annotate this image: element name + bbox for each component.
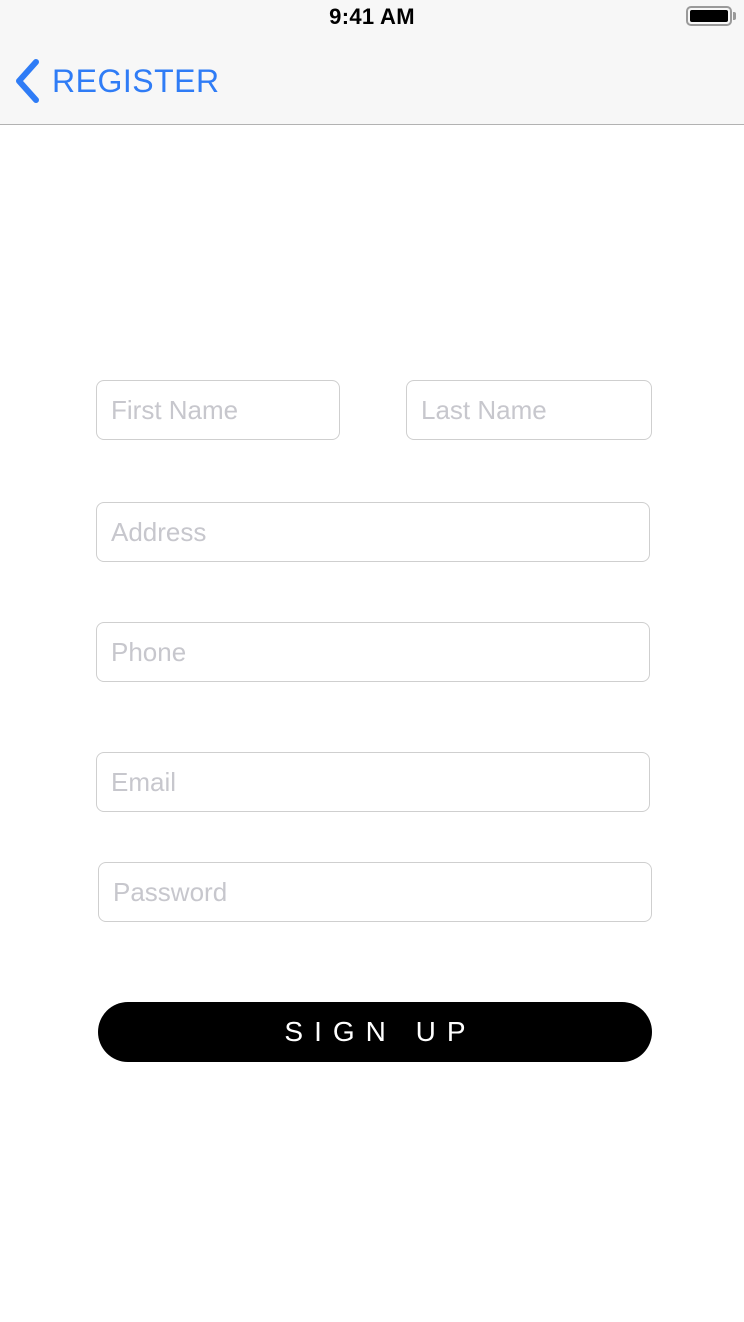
- phone-input[interactable]: [97, 623, 649, 681]
- chevron-left-icon: [16, 59, 39, 103]
- last-name-input[interactable]: [407, 381, 651, 439]
- battery-level: [690, 10, 728, 22]
- first-name-field-container: [96, 380, 340, 440]
- last-name-field-container: [406, 380, 652, 440]
- sign-up-button[interactable]: SIGN UP: [98, 1002, 652, 1062]
- address-input[interactable]: [97, 503, 649, 561]
- password-input[interactable]: [99, 863, 651, 921]
- email-input[interactable]: [97, 753, 649, 811]
- password-field-container: [98, 862, 652, 922]
- address-field-container: [96, 502, 650, 562]
- status-bar: 9:41 AM: [0, 0, 744, 40]
- first-name-input[interactable]: [97, 381, 339, 439]
- battery-full-icon: [686, 6, 732, 26]
- back-button-label: REGISTER: [52, 62, 220, 99]
- status-time: 9:41 AM: [329, 4, 415, 29]
- back-button[interactable]: REGISTER: [14, 54, 220, 108]
- phone-field-container: [96, 622, 650, 682]
- email-field-container: [96, 752, 650, 812]
- battery-tip: [733, 12, 736, 20]
- navigation-bar: REGISTER: [0, 40, 744, 125]
